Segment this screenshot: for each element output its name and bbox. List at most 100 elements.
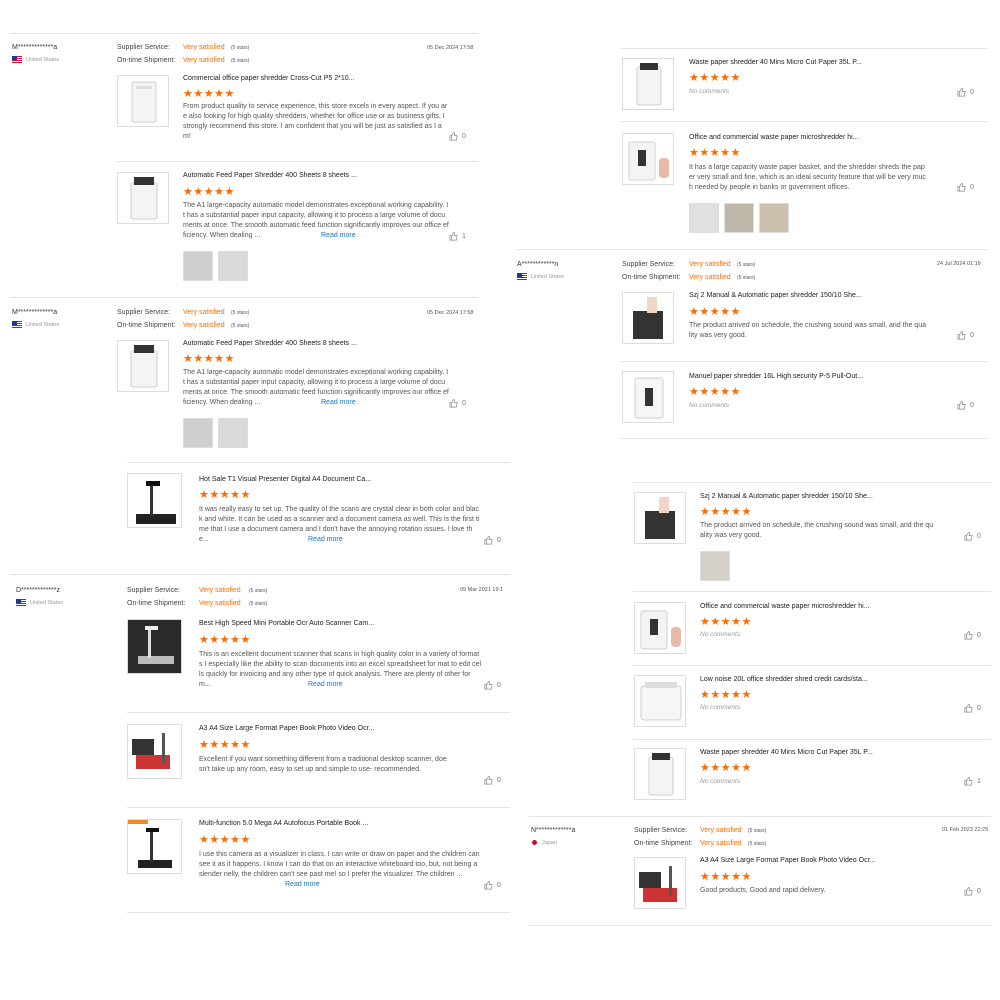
like-button[interactable]: 1 [449, 232, 466, 241]
ontime-value: Very satisfied [199, 600, 241, 607]
product-image[interactable] [622, 371, 674, 423]
product-title[interactable]: Commercial office paper shredder Cross-C… [183, 75, 354, 82]
review-text: The product arrived on schedule, the cru… [689, 322, 926, 339]
product-title[interactable]: Waste paper shredder 40 Mins Micro Cut P… [689, 59, 862, 66]
thumbs-up-icon [484, 776, 493, 785]
product-title[interactable]: Manuel paper shredder 16L High security … [689, 373, 863, 380]
review-text: Good products, Good and rapid delivery. [700, 887, 826, 894]
rating-stars: ★★★★★ [700, 616, 752, 628]
product-title[interactable]: Szj 2 Manual & Automatic paper shredder … [700, 493, 873, 500]
like-button[interactable]: 0 [449, 132, 466, 141]
supplier-stars: (5 stars) [737, 262, 756, 268]
product-title[interactable]: Automatic Feed Paper Shredder 400 Sheets… [183, 340, 357, 347]
product-image[interactable] [634, 602, 686, 654]
read-more-link[interactable]: Read more [308, 536, 343, 543]
read-more-link[interactable]: Read more [321, 232, 356, 239]
product-title[interactable]: Automatic Feed Paper Shredder 400 Sheets… [183, 172, 357, 179]
no-comments-text: No comments [689, 402, 730, 409]
ontime-value: Very satisfied [183, 322, 225, 329]
like-button[interactable]: 0 [484, 776, 501, 785]
supplier-service-value: Very satisfied [183, 309, 225, 316]
review-date: 01 Feb 2023 22:29 [942, 827, 989, 833]
product-title[interactable]: A3 A4 Size Large Format Paper Book Photo… [700, 857, 875, 864]
like-button[interactable]: 0 [957, 183, 974, 192]
product-image[interactable] [117, 172, 169, 224]
read-more-link[interactable]: Read more [308, 681, 343, 688]
product-image[interactable] [127, 473, 182, 528]
review-photo[interactable] [724, 203, 754, 233]
thumbs-up-icon [449, 132, 458, 141]
product-image[interactable] [622, 133, 674, 185]
thumbs-up-icon [957, 331, 966, 340]
review-photo[interactable] [183, 418, 213, 448]
thumbs-up-icon [484, 536, 493, 545]
ontime-label: On-time Shipment: [634, 840, 693, 847]
product-title[interactable]: Waste paper shredder 40 Mins Micro Cut P… [700, 749, 873, 756]
product-title[interactable]: Best High Speed Mini Portable Ocr Auto S… [199, 620, 374, 627]
product-title[interactable]: Hot Sale T1 Visual Presenter Digital A4 … [199, 476, 371, 483]
ontime-stars: (5 stars) [737, 275, 756, 281]
read-more-link[interactable]: Read more [285, 881, 320, 888]
like-button[interactable]: 0 [484, 681, 501, 690]
like-button[interactable]: 0 [964, 887, 981, 896]
product-image[interactable] [127, 619, 182, 674]
supplier-service-value: Very satisfied [700, 827, 742, 834]
reviewer-name: D*************z [16, 587, 60, 594]
supplier-stars: (5 stars) [231, 310, 250, 316]
read-more-link[interactable]: Read more [321, 399, 356, 406]
us-flag-icon [517, 273, 527, 280]
reviewer-country: United States [12, 56, 59, 63]
product-title[interactable]: Multi-function 5.0 Mega A4 Autofocus Por… [199, 820, 368, 827]
product-image[interactable] [127, 724, 182, 779]
thumbs-up-icon [484, 681, 493, 690]
review-photo[interactable] [218, 418, 248, 448]
review-photo[interactable] [218, 251, 248, 281]
product-title[interactable]: Office and commercial waste paper micros… [700, 603, 870, 610]
like-button[interactable]: 0 [957, 401, 974, 410]
like-button[interactable]: 0 [484, 536, 501, 545]
review-text: The A1 large-capacity automatic model de… [183, 369, 449, 406]
product-title[interactable]: Low noise 20L office shredder shred cred… [700, 676, 868, 683]
product-image[interactable] [622, 292, 674, 344]
review-photo[interactable] [183, 251, 213, 281]
thumbs-up-icon [964, 532, 973, 541]
rating-stars: ★★★★★ [689, 147, 741, 159]
like-button[interactable]: 0 [964, 532, 981, 541]
us-flag-icon [12, 321, 22, 328]
like-button[interactable]: 1 [964, 777, 981, 786]
no-comments-text: No comments [700, 631, 741, 638]
review-photo[interactable] [700, 551, 730, 581]
like-button[interactable]: 0 [964, 704, 981, 713]
review-text: The product arrived on schedule, the cru… [700, 522, 934, 539]
product-title[interactable]: A3 A4 Size Large Format Paper Book Photo… [199, 725, 374, 732]
product-title[interactable]: Szj 2 Manual & Automatic paper shredder … [689, 292, 862, 299]
like-button[interactable]: 0 [484, 881, 501, 890]
like-button[interactable]: 0 [957, 88, 974, 97]
japan-flag-icon [531, 839, 538, 846]
like-button[interactable]: 0 [957, 331, 974, 340]
product-image[interactable] [117, 340, 169, 392]
rating-stars: ★★★★★ [183, 186, 235, 198]
rating-stars: ★★★★★ [700, 871, 752, 883]
ontime-stars: (5 stars) [231, 323, 250, 329]
product-image[interactable] [634, 748, 686, 800]
product-image[interactable] [127, 819, 182, 874]
product-image[interactable] [622, 58, 674, 110]
reviewer-name: A************n [517, 261, 559, 268]
product-image[interactable] [634, 492, 686, 544]
review-photo[interactable] [759, 203, 789, 233]
product-title[interactable]: Office and commercial waste paper micros… [689, 134, 859, 141]
thumbs-up-icon [964, 631, 973, 640]
supplier-service-value: Very satisfied [199, 587, 241, 594]
product-image[interactable] [634, 857, 686, 909]
review-photo[interactable] [689, 203, 719, 233]
like-button[interactable]: 0 [449, 399, 466, 408]
supplier-service-label: Supplier Service: [634, 827, 687, 834]
us-flag-icon [12, 56, 22, 63]
reviewer-name: M*************a [12, 309, 58, 316]
rating-stars: ★★★★★ [689, 306, 741, 318]
product-image[interactable] [117, 75, 169, 127]
like-button[interactable]: 0 [964, 631, 981, 640]
product-image[interactable] [634, 675, 686, 727]
supplier-service-label: Supplier Service: [127, 587, 180, 594]
